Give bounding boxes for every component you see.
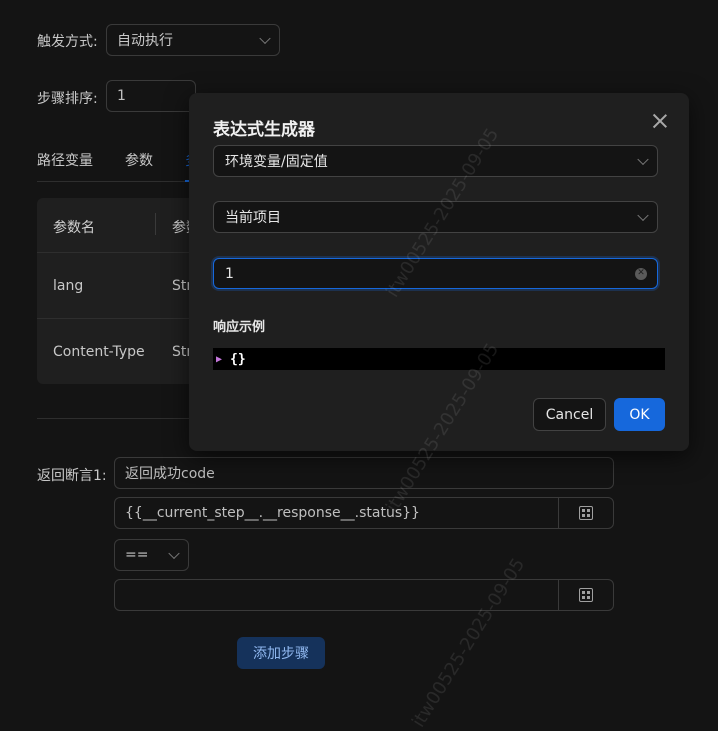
project-select-value: 当前项目 <box>225 210 281 226</box>
calculator-icon <box>579 588 593 602</box>
close-icon[interactable] <box>652 113 668 129</box>
chevron-down-icon <box>168 547 180 560</box>
section-divider <box>37 418 197 419</box>
tab-path-variables[interactable]: 路径变量 <box>37 150 93 170</box>
value-input[interactable]: 1 ✕ <box>213 258 658 289</box>
assert-name-value: 返回成功code <box>125 466 215 482</box>
add-step-button[interactable]: 添加步骤 <box>237 637 325 669</box>
ok-button[interactable]: OK <box>614 398 665 431</box>
step-order-label: 步骤排序: <box>37 91 98 107</box>
json-preview-text: {} <box>230 351 246 367</box>
example-label: 响应示例 <box>213 320 266 335</box>
operator-value: == <box>125 547 149 563</box>
step-order-value: 1 <box>117 88 126 104</box>
assert-value-input[interactable] <box>114 579 560 611</box>
assert-label: 返回断言1: <box>37 468 107 484</box>
tab-params[interactable]: 参数 <box>125 150 153 170</box>
assert-expression-input[interactable]: {{__current_step__.__response__.status}} <box>114 497 560 529</box>
source-select[interactable]: 环境变量/固定值 <box>213 145 658 177</box>
assert-name-input[interactable]: 返回成功code <box>114 457 614 489</box>
row-divider <box>37 252 197 253</box>
trigger-mode-label: 触发方式: <box>37 34 98 50</box>
clear-icon[interactable]: ✕ <box>635 267 647 280</box>
value-input-text: 1 <box>225 265 234 282</box>
json-preview[interactable]: ▶ {} <box>213 348 665 370</box>
source-select-value: 环境变量/固定值 <box>225 154 328 170</box>
project-select[interactable]: 当前项目 <box>213 201 658 233</box>
trigger-mode-value: 自动执行 <box>117 33 173 49</box>
chevron-down-icon <box>637 153 649 166</box>
operator-select[interactable]: == <box>114 539 189 571</box>
cancel-button[interactable]: Cancel <box>533 398 606 431</box>
trigger-mode-select[interactable]: 自动执行 <box>106 24 280 56</box>
expression-builder-button[interactable] <box>558 497 614 529</box>
chevron-down-icon <box>259 32 271 45</box>
chevron-down-icon <box>637 209 649 222</box>
table-header-name: 参数名 <box>53 220 95 236</box>
caret-right-icon[interactable]: ▶ <box>216 354 222 365</box>
header-divider <box>155 213 156 235</box>
calculator-icon <box>579 506 593 520</box>
table-row-lang-name: lang <box>53 278 84 294</box>
assert-expression-value: {{__current_step__.__response__.status}} <box>125 505 420 521</box>
modal-title: 表达式生成器 <box>213 120 315 140</box>
row-divider <box>37 318 197 319</box>
step-order-input[interactable]: 1 <box>106 80 196 112</box>
table-row-content-type-name: Content-Type <box>53 344 145 360</box>
tabs-divider <box>37 181 197 182</box>
value-builder-button[interactable] <box>558 579 614 611</box>
